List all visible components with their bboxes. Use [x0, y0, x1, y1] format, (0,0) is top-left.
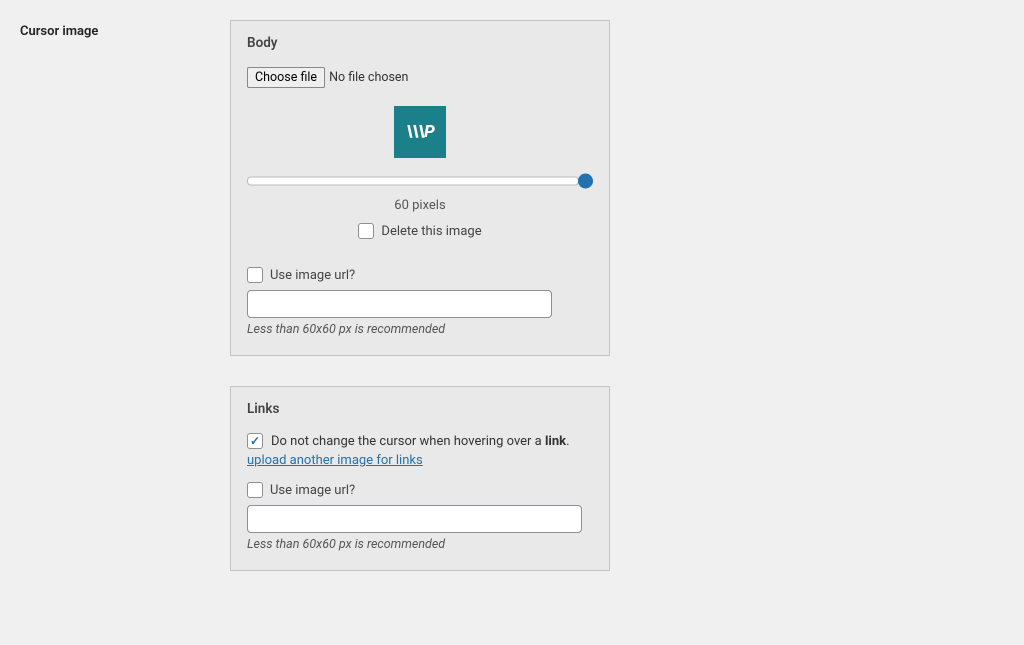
links-use-url-checkbox[interactable]: [247, 482, 263, 498]
delete-image-row: Delete this image: [247, 223, 593, 239]
image-preview: \\\P: [247, 106, 593, 158]
section-label: Cursor image: [20, 24, 210, 39]
upload-another-link[interactable]: upload another image for links: [247, 453, 423, 468]
file-status-text: No file chosen: [329, 70, 408, 85]
body-url-input[interactable]: [247, 290, 552, 318]
choose-file-button[interactable]: Choose file: [247, 67, 325, 88]
delete-image-label: Delete this image: [381, 224, 481, 239]
body-use-url-label: Use image url?: [270, 268, 355, 283]
dont-change-cursor-label: Do not change the cursor when hovering o…: [271, 434, 570, 449]
body-heading: Body: [247, 35, 593, 51]
slider-track: [247, 177, 579, 186]
links-heading: Links: [247, 401, 593, 417]
links-url-helper: Less than 60x60 px is recommended: [247, 537, 593, 552]
slider-thumb[interactable]: [578, 174, 593, 189]
body-use-url-checkbox[interactable]: [247, 267, 263, 283]
delete-image-checkbox[interactable]: [358, 223, 374, 239]
file-input-row: Choose file No file chosen: [247, 67, 593, 88]
body-panel: Body Choose file No file chosen \\\P 60 …: [230, 20, 610, 356]
dont-change-cursor-checkbox[interactable]: [247, 433, 263, 449]
slider-value-label: 60 pixels: [247, 198, 593, 213]
cursor-preview-image: \\\P: [394, 106, 446, 158]
links-use-url-label: Use image url?: [270, 483, 355, 498]
size-slider[interactable]: [247, 172, 593, 190]
links-panel: Links Do not change the cursor when hove…: [230, 386, 610, 571]
body-url-helper: Less than 60x60 px is recommended: [247, 322, 593, 337]
links-url-input[interactable]: [247, 505, 582, 533]
